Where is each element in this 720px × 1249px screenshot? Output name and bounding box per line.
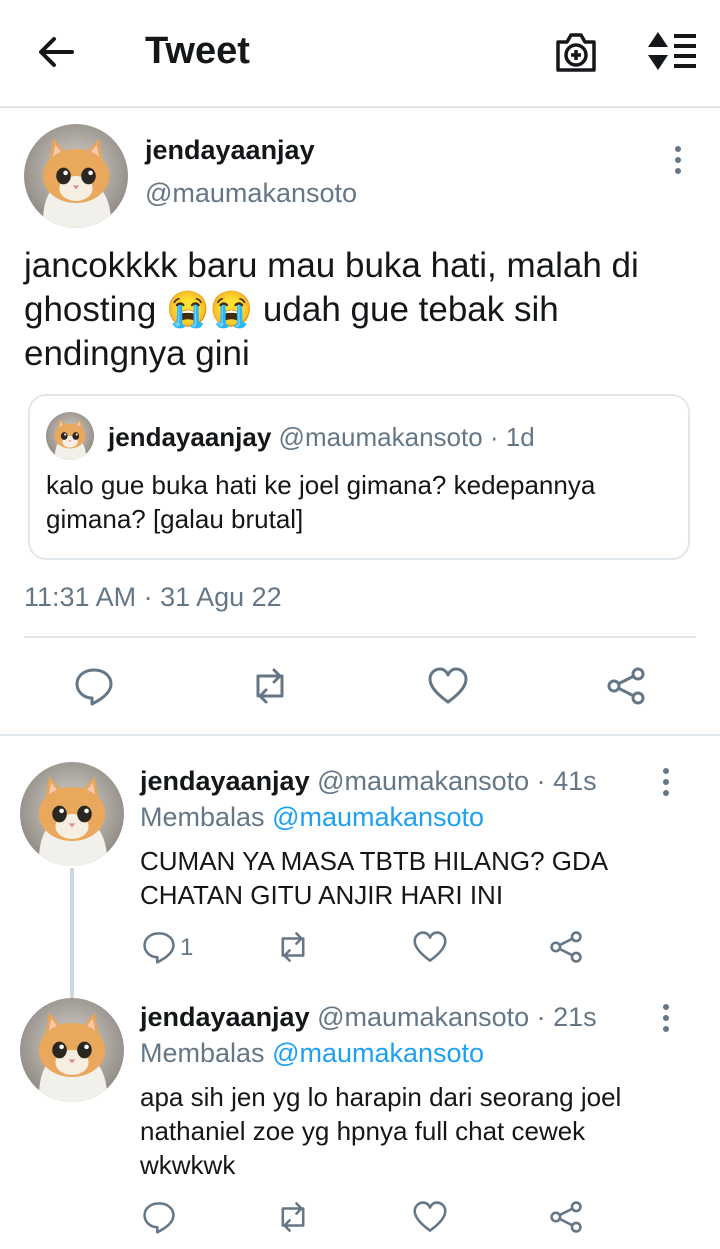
reply-icon[interactable]	[142, 1200, 182, 1240]
author-handle[interactable]: @maumakansoto	[145, 178, 357, 209]
like-heart-icon[interactable]	[413, 1200, 453, 1240]
reply-header: jendayaanjay @maumakansoto · 21s	[140, 1002, 597, 1033]
tweet-text: jancokkkk baru mau buka hati, malah di g…	[24, 246, 639, 373]
reply-text: apa sih jen yg lo harapin dari seorang j…	[140, 1082, 622, 1180]
mention-link[interactable]: @maumakansoto	[272, 1038, 484, 1068]
back-arrow-icon[interactable]	[34, 30, 78, 74]
quoted-author-name: jendayaanjay	[108, 422, 272, 452]
mention-link[interactable]: @maumakansoto	[272, 802, 484, 832]
like-heart-icon[interactable]	[428, 666, 468, 706]
reply-meta: @maumakansoto · 41s	[317, 766, 597, 796]
divider	[0, 734, 720, 736]
reply-text: CUMAN YA MASA TBTB HILANG? GDA CHATAN GI…	[140, 846, 607, 910]
author-name[interactable]: jendayaanjay	[145, 135, 315, 166]
avatar[interactable]	[20, 998, 124, 1102]
replying-to: Membalas @maumakansoto	[140, 802, 484, 833]
replying-to: Membalas @maumakansoto	[140, 1038, 484, 1069]
author-name[interactable]: jendayaanjay	[140, 766, 310, 796]
sort-lines-icon[interactable]	[644, 30, 700, 74]
divider	[24, 636, 696, 638]
share-icon[interactable]	[549, 930, 589, 970]
share-icon[interactable]	[549, 1200, 589, 1240]
quoted-avatar	[46, 412, 94, 460]
page-title: Tweet	[145, 30, 250, 72]
avatar[interactable]	[20, 762, 124, 866]
more-options-icon[interactable]	[662, 1004, 670, 1034]
quoted-header: jendayaanjay @maumakansoto · 1d	[108, 422, 535, 453]
timestamp[interactable]: 11:31 AM · 31 Agu 22	[24, 582, 282, 613]
more-options-icon[interactable]	[662, 768, 670, 798]
quoted-meta: @maumakansoto · 1d	[278, 422, 535, 452]
quoted-text: kalo gue buka hati ke joel gimana? kedep…	[46, 470, 596, 534]
reply-header: jendayaanjay @maumakansoto · 41s	[140, 766, 597, 797]
camera-plus-icon[interactable]	[552, 30, 600, 74]
replying-label: Membalas	[140, 802, 265, 832]
retweet-icon[interactable]	[276, 930, 316, 970]
top-bar	[0, 0, 720, 108]
like-heart-icon[interactable]	[413, 930, 453, 970]
reply-icon[interactable]	[74, 666, 114, 706]
avatar[interactable]	[24, 124, 128, 228]
thread-line	[70, 868, 74, 998]
replying-label: Membalas	[140, 1038, 265, 1068]
retweet-icon[interactable]	[250, 666, 290, 706]
reply-icon[interactable]	[142, 930, 178, 966]
author-name[interactable]: jendayaanjay	[140, 1002, 310, 1032]
retweet-icon[interactable]	[276, 1200, 316, 1240]
more-options-icon[interactable]	[674, 146, 682, 176]
share-icon[interactable]	[606, 666, 646, 706]
reply-count: 1	[180, 934, 194, 961]
reply-meta: @maumakansoto · 21s	[317, 1002, 597, 1032]
